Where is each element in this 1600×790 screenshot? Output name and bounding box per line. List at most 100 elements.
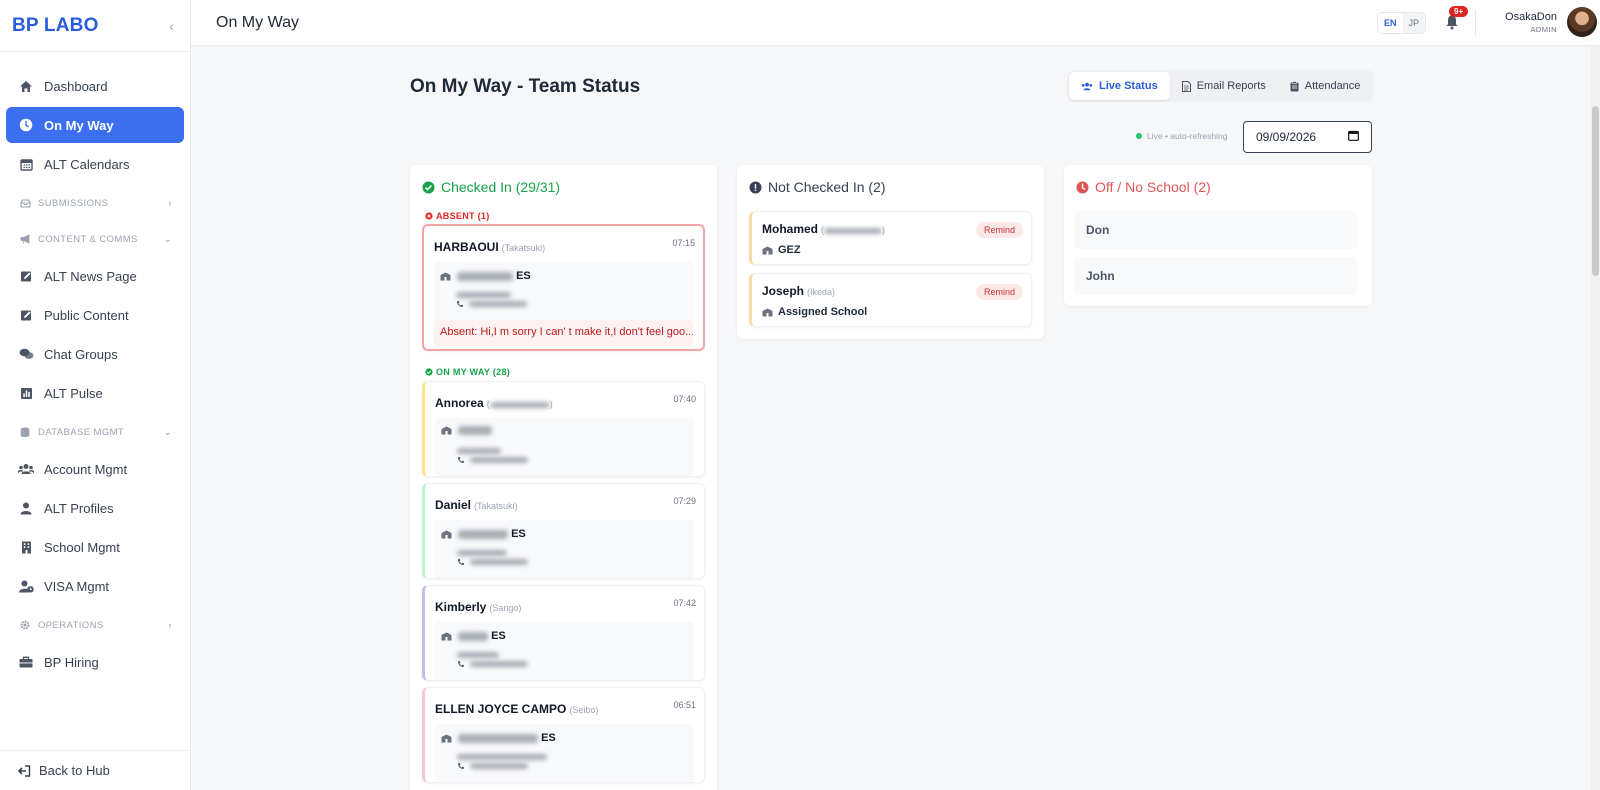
tab-live-status[interactable]: Live Status (1069, 72, 1170, 100)
tab-label: Live Status (1099, 80, 1158, 92)
back-to-hub-link[interactable]: Back to Hub (0, 750, 191, 790)
chevron-right-icon: › (168, 619, 172, 631)
sidebar-item-alt-news[interactable]: ALT News Page (6, 258, 184, 294)
user-clock-icon (18, 580, 34, 593)
chevron-down-icon: ⌄ (163, 233, 172, 245)
tab-attendance[interactable]: Attendance (1278, 72, 1373, 100)
tab-email-reports[interactable]: Email Reports (1170, 72, 1278, 100)
off-no-school-column: Off / No School (2) Don John (1064, 165, 1372, 306)
edit-icon (18, 309, 34, 322)
gear-icon (18, 620, 32, 630)
phone-line (456, 300, 527, 308)
date-picker[interactable]: 09/09/2026 (1243, 121, 1372, 153)
not-checked-in-heading: Not Checked In (2) (749, 179, 1044, 195)
sidebar-item-alt-pulse[interactable]: ALT Pulse (6, 375, 184, 411)
sidebar-item-label: Public Content (44, 307, 129, 323)
section-submissions[interactable]: SUBMISSIONS › (6, 188, 184, 218)
school-info: ES (435, 622, 694, 680)
brand-logo[interactable]: BP LABO (12, 15, 99, 37)
lang-en-button[interactable]: EN (1378, 13, 1403, 33)
section-label: OPERATIONS (38, 619, 104, 631)
sidebar-item-school-mgmt[interactable]: School Mgmt (6, 529, 184, 565)
check-circle-icon (422, 181, 435, 194)
off-person-card[interactable]: John (1074, 257, 1357, 295)
section-database-mgmt[interactable]: DATABASE MGMT ⌄ (6, 417, 184, 447)
clock-icon (1076, 181, 1089, 194)
sidebar-item-account-mgmt[interactable]: Account Mgmt (6, 451, 184, 487)
user-name[interactable]: OsakaDon (1457, 11, 1557, 23)
school-name: ES (440, 270, 531, 282)
sidebar-item-label: ALT Calendars (44, 156, 130, 172)
redacted-text (457, 271, 513, 281)
redacted-text (470, 457, 528, 463)
section-label: SUBMISSIONS (38, 197, 109, 209)
sidebar-item-chat-groups[interactable]: Chat Groups (6, 336, 184, 372)
chart-bar-icon (18, 387, 34, 400)
not-checked-in-column: Not Checked In (2) Mohamed() Remind GEZ … (737, 165, 1044, 339)
language-toggle: EN JP (1377, 12, 1427, 34)
sidebar-item-label: BP Hiring (44, 654, 99, 670)
sidebar-item-on-my-way[interactable]: On My Way (6, 107, 184, 143)
main-title: On My Way - Team Status (410, 76, 641, 97)
member-name: Annorea() (435, 396, 553, 410)
section-content-comms[interactable]: CONTENT & COMMS ⌄ (6, 224, 184, 254)
member-card[interactable]: Kimberly (Sango) 07:42 ES (422, 585, 705, 681)
member-card[interactable]: Daniel (Takatsuki) 07:29 ES (422, 483, 705, 579)
scrollbar-thumb[interactable] (1592, 106, 1599, 276)
sidebar-item-label: ALT Profiles (44, 500, 114, 516)
section-operations[interactable]: OPERATIONS › (6, 610, 184, 640)
tab-label: Email Reports (1196, 80, 1266, 92)
calendar-icon (18, 158, 34, 171)
member-name: Joseph (Ikeda) (762, 284, 836, 298)
section-label: CONTENT & COMMS (38, 233, 138, 245)
scrollbar[interactable] (1591, 46, 1600, 790)
checked-in-heading: Checked In (29/31) (422, 179, 717, 195)
sidebar-item-visa-mgmt[interactable]: VISA Mgmt (6, 568, 184, 604)
redacted-text (470, 661, 528, 667)
topbar: On My Way EN JP 9+ OsakaDon ADMIN (191, 0, 1600, 46)
remind-button[interactable]: Remind (975, 284, 1023, 300)
not-checked-in-card[interactable]: Joseph (Ikeda) Remind Assigned School (749, 273, 1032, 327)
checked-in-column: Checked In (29/31) ABSENT (1) HARBAOUI (T… (410, 165, 717, 790)
redacted-text (457, 651, 499, 658)
redacted-text (456, 291, 511, 298)
redacted-text (458, 631, 488, 641)
redacted-text (824, 227, 883, 234)
sidebar-nav: Dashboard On My Way ALT Calendars SUBMIS… (0, 52, 190, 680)
chevron-right-icon: › (168, 197, 172, 209)
sidebar-item-bp-hiring[interactable]: BP Hiring (6, 644, 184, 680)
remind-button[interactable]: Remind (975, 222, 1023, 238)
sidebar-item-dashboard[interactable]: Dashboard (6, 68, 184, 104)
phone-icon (457, 456, 465, 464)
member-card[interactable]: ELLEN JOYCE CAMPO (Seibo) 06:51 ES (422, 687, 705, 783)
sidebar-item-label: Chat Groups (44, 346, 118, 362)
school-icon (441, 426, 452, 435)
section-label: DATABASE MGMT (38, 426, 125, 438)
checkin-time: 07:29 (673, 496, 696, 506)
sidebar-item-alt-calendars[interactable]: ALT Calendars (6, 146, 184, 182)
school-info: ES (434, 262, 693, 320)
sidebar-item-alt-profiles[interactable]: ALT Profiles (6, 490, 184, 526)
sidebar-item-public-content[interactable]: Public Content (6, 297, 184, 333)
back-to-hub-label: Back to Hub (39, 763, 110, 778)
school-name: GEZ (762, 244, 801, 256)
collapse-sidebar-icon[interactable]: ‹ (169, 18, 174, 34)
absent-card[interactable]: HARBAOUI (Takatsuki) 07:15 ES Absent: Hi,… (422, 224, 705, 351)
off-person-card[interactable]: Don (1074, 211, 1357, 249)
home-icon (18, 80, 34, 93)
lang-jp-button[interactable]: JP (1403, 13, 1426, 33)
calendar-icon[interactable] (1348, 130, 1359, 144)
member-card[interactable]: Annorea() 07:40 (422, 381, 705, 477)
redacted-text (457, 753, 547, 760)
phone-icon (457, 660, 465, 668)
sidebar-item-label: On My Way (44, 117, 114, 133)
absent-message: Absent: Hi,I m sorry I can' t make it,I … (434, 320, 693, 346)
member-name: Daniel (Takatsuki) (435, 498, 518, 512)
phone-icon (456, 300, 464, 308)
member-name: ELLEN JOYCE CAMPO (Seibo) (435, 702, 599, 716)
sidebar-item-label: School Mgmt (44, 539, 120, 555)
page-title: On My Way (216, 14, 299, 31)
avatar[interactable] (1567, 7, 1597, 37)
redacted-text (457, 549, 507, 556)
not-checked-in-card[interactable]: Mohamed() Remind GEZ (749, 211, 1032, 265)
